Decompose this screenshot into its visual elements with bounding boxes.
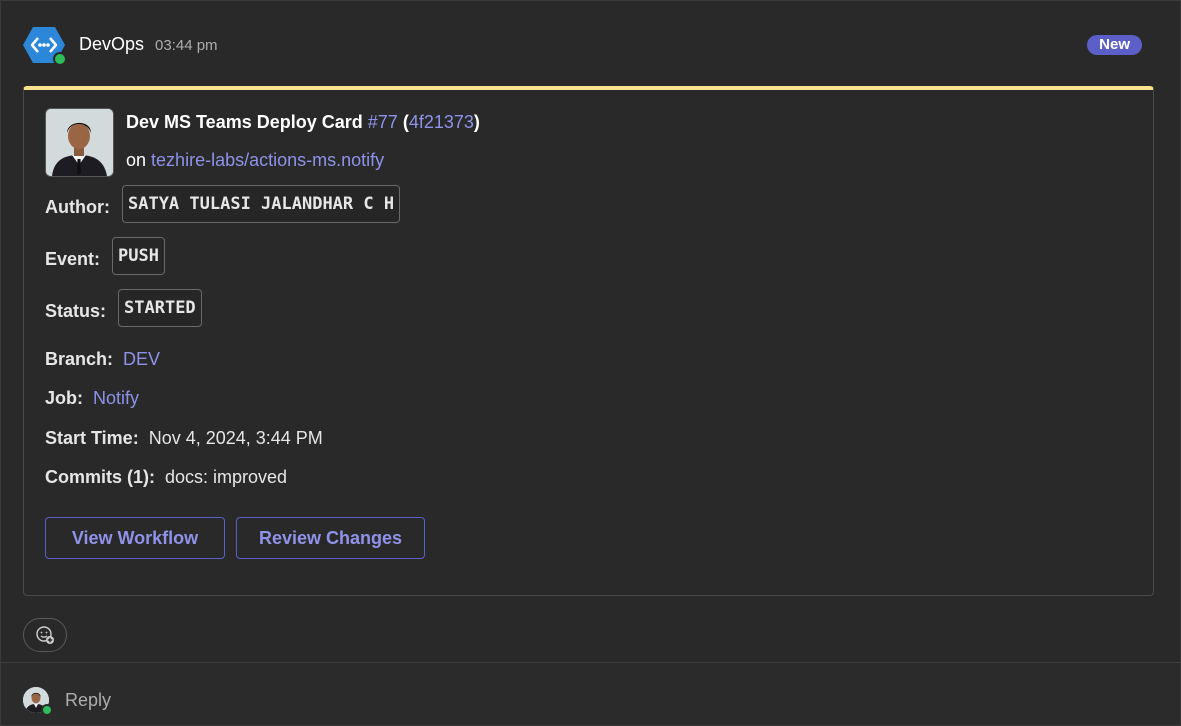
repo-line: on tezhire-labs/actions-ms.notify (126, 150, 384, 171)
event-field: Event: PUSH (45, 237, 165, 275)
repo-link[interactable]: tezhire-labs/actions-ms.notify (151, 150, 384, 170)
add-reaction-button[interactable] (23, 618, 67, 652)
add-reaction-icon (36, 626, 54, 644)
author-avatar (45, 108, 114, 177)
start-time-value: Nov 4, 2024, 3:44 PM (148, 428, 323, 448)
author-label: Author: (45, 197, 110, 217)
branch-field: Branch: DEV (45, 349, 160, 370)
presence-available-icon (41, 704, 53, 716)
start-time-label: Start Time: (45, 428, 139, 448)
sender-name[interactable]: DevOps (79, 34, 144, 55)
reply-bar[interactable]: Reply (1, 663, 1180, 725)
message-pane: DevOps 03:44 pm New Dev MS Teams Deploy … (0, 0, 1181, 726)
repo-prefix: on (126, 150, 147, 170)
view-workflow-button[interactable]: View Workflow (45, 517, 225, 559)
new-badge: New (1087, 35, 1142, 55)
author-field: Author: SATYA TULASI JALANDHAR C H (45, 185, 401, 223)
reply-input[interactable]: Reply (65, 690, 111, 711)
status-field: Status: STARTED (45, 289, 202, 327)
start-time-field: Start Time: Nov 4, 2024, 3:44 PM (45, 428, 323, 449)
job-link[interactable]: Notify (93, 388, 139, 408)
run-number-link[interactable]: #77 (368, 112, 398, 132)
commits-value: docs: improved (165, 467, 288, 487)
status-label: Status: (45, 301, 107, 321)
branch-label: Branch: (45, 349, 114, 369)
message-timestamp: 03:44 pm (155, 37, 218, 54)
event-label: Event: (45, 249, 101, 269)
commits-label: Commits (1): (45, 467, 156, 487)
status-value: STARTED (118, 289, 202, 327)
branch-link[interactable]: DEV (123, 349, 160, 369)
message-header: DevOps 03:44 pm New (23, 26, 1148, 66)
author-value: SATYA TULASI JALANDHAR C H (121, 185, 401, 223)
card-title: Dev MS Teams Deploy Card #77 (4f21373) (126, 112, 480, 133)
card-title-text: Dev MS Teams Deploy Card (126, 112, 363, 132)
deploy-card: Dev MS Teams Deploy Card #77 (4f21373) o… (23, 86, 1154, 596)
commits-field: Commits (1): docs: improved (45, 467, 287, 488)
commit-sha-link[interactable]: 4f21373 (409, 112, 474, 132)
commit-close-paren: ) (473, 112, 480, 132)
presence-available-icon (53, 52, 67, 66)
job-field: Job: Notify (45, 388, 139, 409)
job-label: Job: (45, 388, 83, 408)
event-value: PUSH (112, 237, 165, 275)
review-changes-button[interactable]: Review Changes (236, 517, 425, 559)
